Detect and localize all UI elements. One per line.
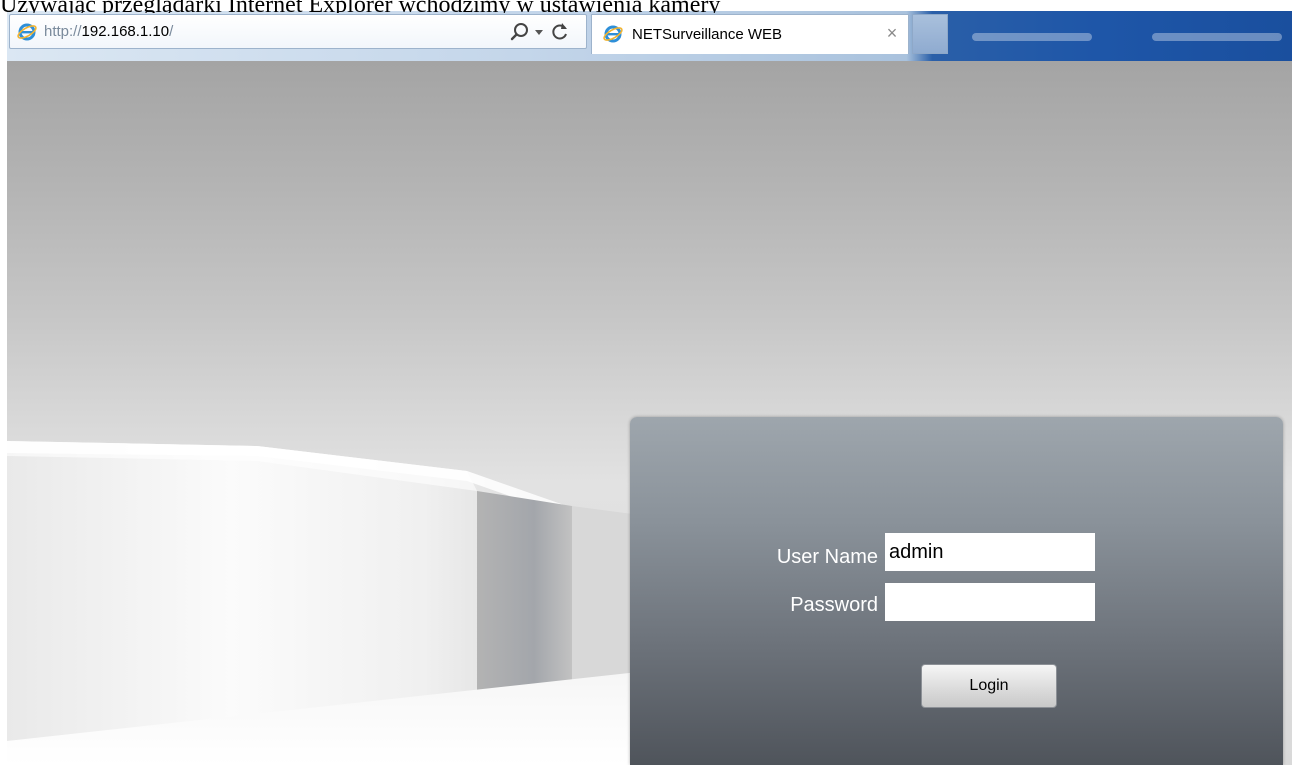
login-button[interactable]: Login (921, 664, 1057, 708)
address-bar[interactable]: http://192.168.1.10/ (9, 14, 587, 49)
username-label: User Name (776, 546, 878, 568)
refresh-icon[interactable] (550, 21, 570, 43)
password-label: Password (790, 594, 878, 616)
close-icon[interactable]: × (882, 23, 902, 43)
search-icon[interactable] (510, 21, 530, 43)
url-text[interactable]: http://192.168.1.10/ (44, 23, 173, 41)
ie-logo-icon (17, 23, 37, 41)
caption-text: Używając przeglądarki Internet Explorer … (0, 0, 721, 13)
login-panel: User Name Password Login (630, 417, 1283, 765)
blurred-favorites (1152, 33, 1282, 41)
tab-netsurveillance[interactable]: NETSurveillance WEB × (591, 14, 909, 54)
url-suffix: / (169, 23, 174, 40)
password-input[interactable] (885, 583, 1095, 621)
browser-toolbar: http://192.168.1.10/ NETSurveillance WEB… (7, 11, 1292, 61)
ie-logo-icon (603, 25, 623, 43)
page-content: User Name Password Login (7, 61, 1292, 765)
dropdown-arrow-icon[interactable] (534, 25, 544, 39)
new-tab-button[interactable] (912, 14, 948, 54)
tab-title: NETSurveillance WEB (632, 26, 783, 43)
url-prefix: http:// (44, 23, 82, 40)
blurred-favorites (972, 33, 1092, 41)
url-host: 192.168.1.10 (81, 23, 170, 40)
username-input[interactable] (885, 533, 1095, 571)
